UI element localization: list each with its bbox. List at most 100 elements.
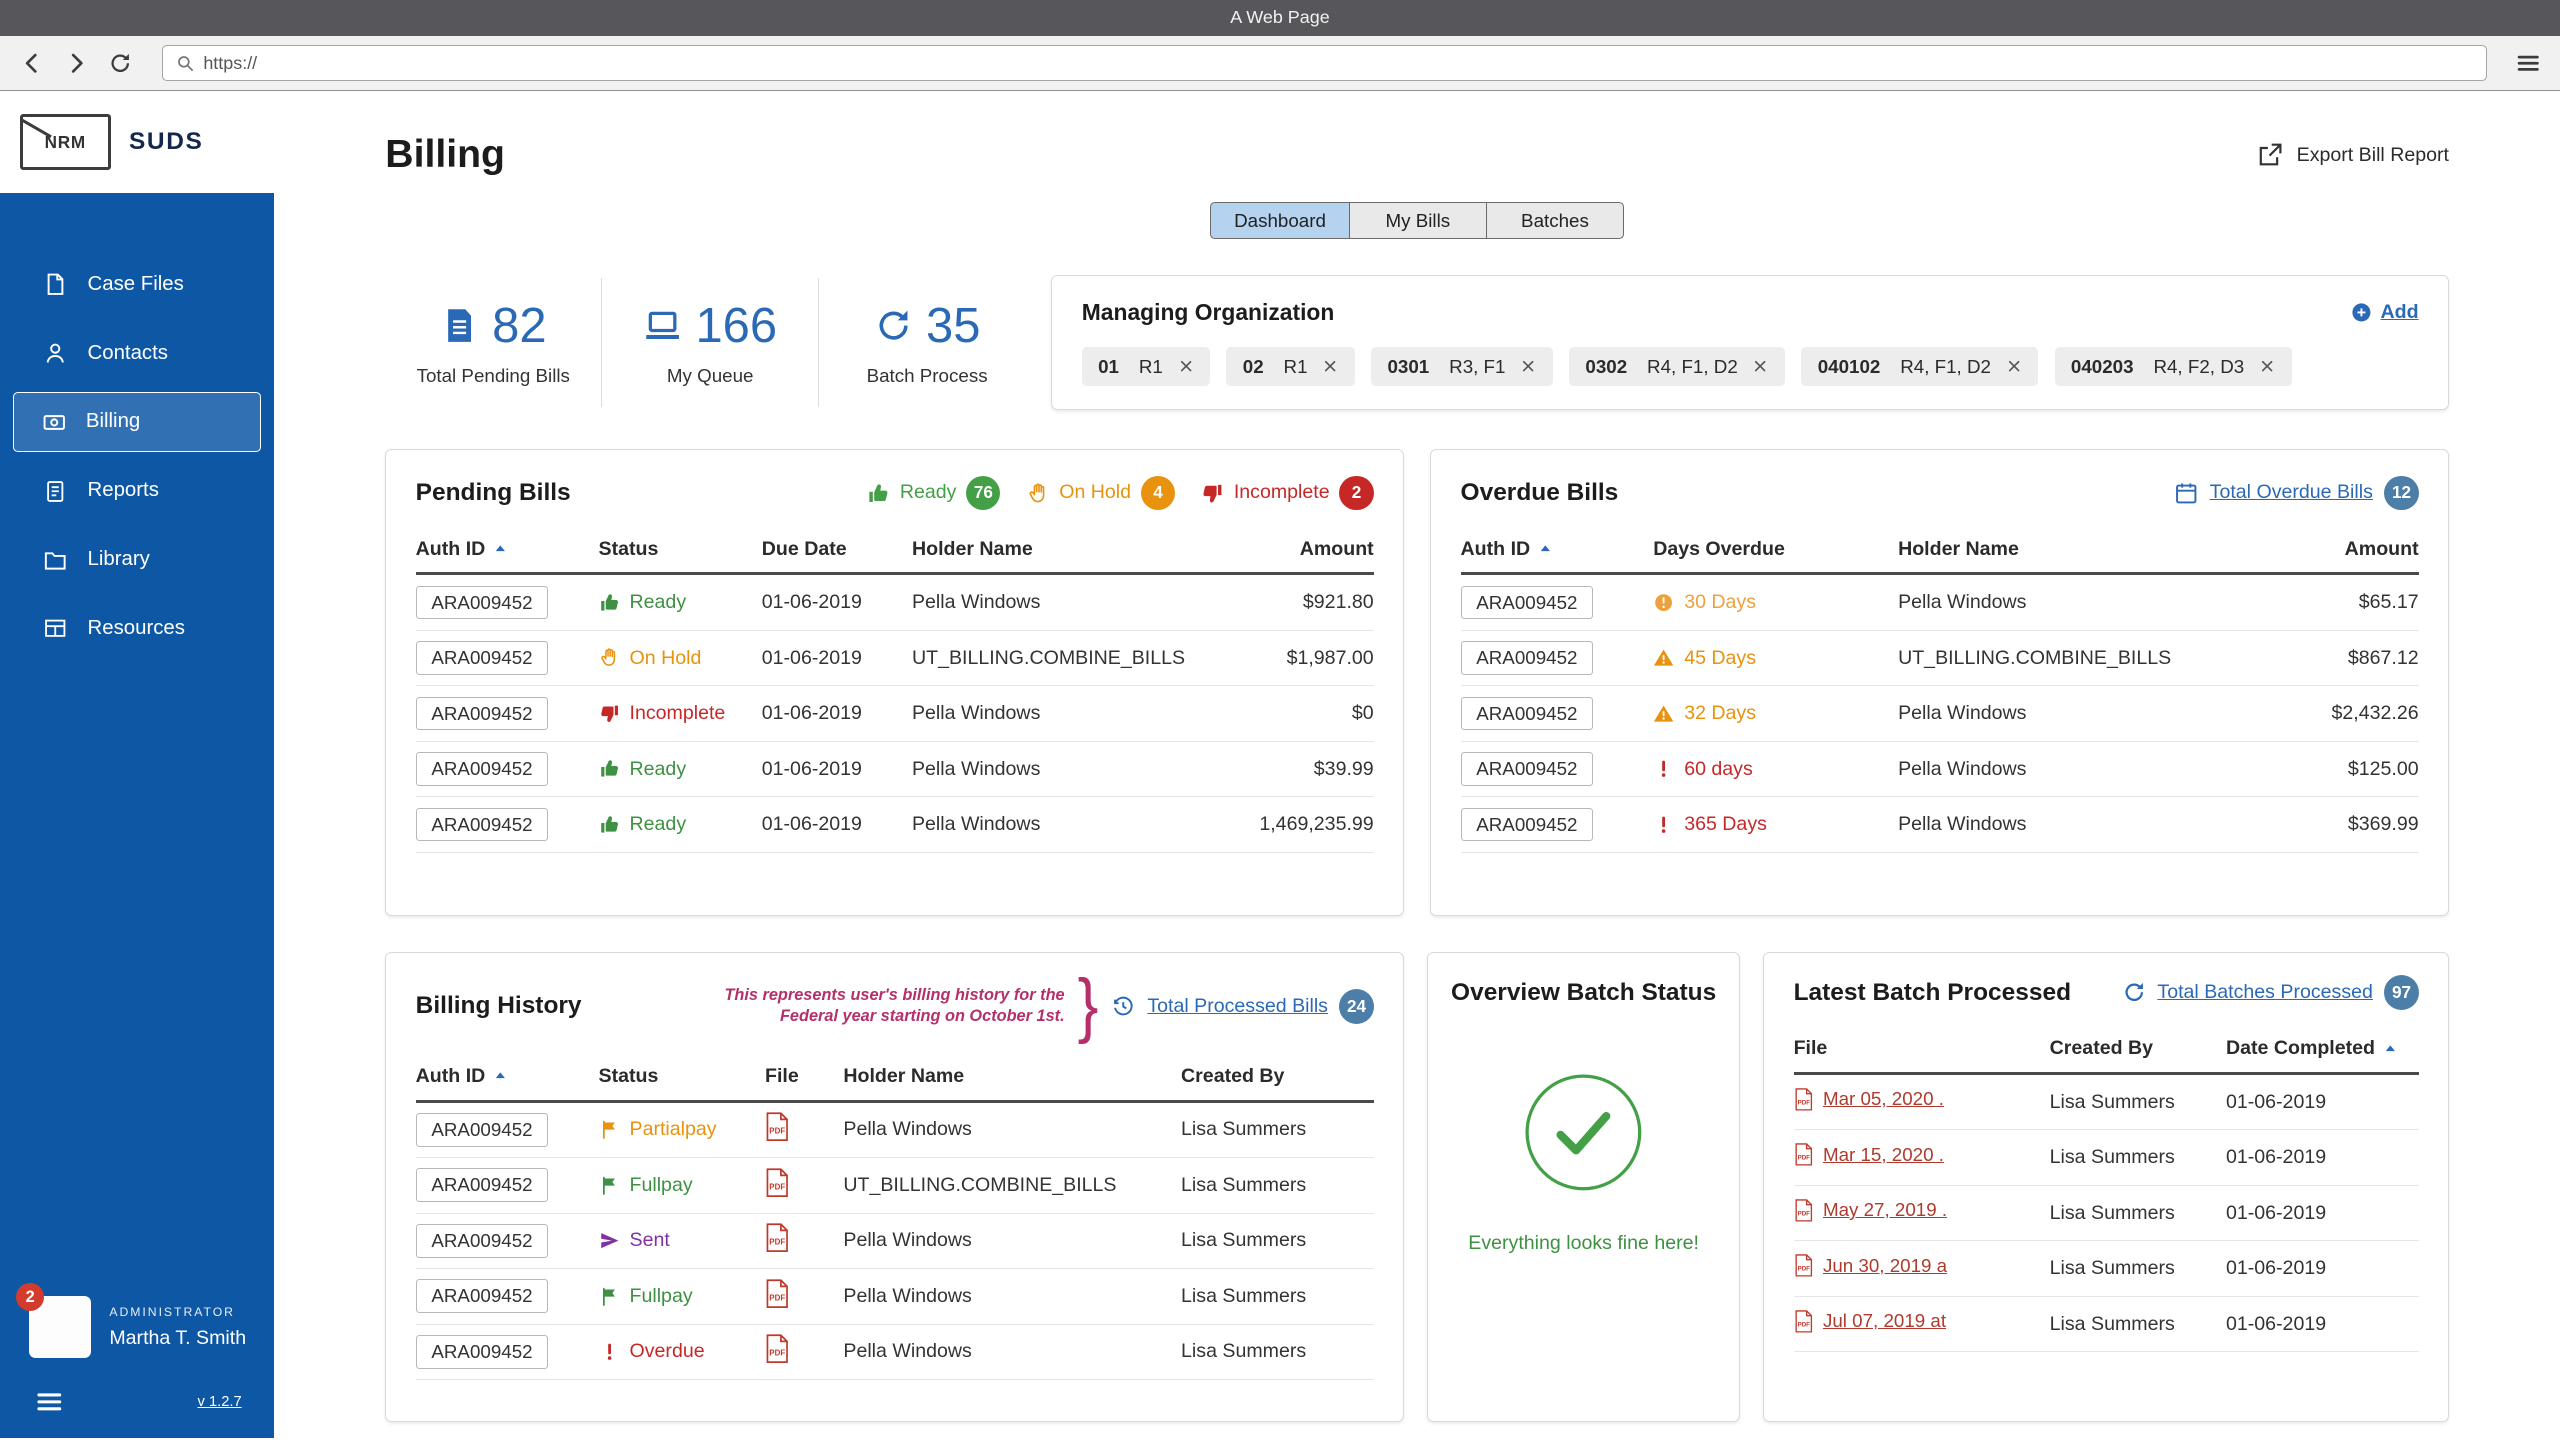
365-days-icon [1653,814,1674,835]
pdf-icon: PDF [1794,1143,1814,1166]
column-header-auth-id[interactable]: Auth ID [416,538,599,561]
stat-top: 166 [643,298,777,354]
auth-id-chip[interactable]: ARA009452 [416,808,549,842]
column-label: File [1794,1037,1828,1060]
reload-icon[interactable] [108,51,132,75]
auth-id-chip[interactable]: ARA009452 [416,641,549,675]
legend-ready[interactable]: Ready76 [867,476,1000,510]
check-circle-icon [1523,1072,1644,1193]
batch-file-link[interactable]: PDFMay 27, 2019 . [1794,1199,1948,1222]
amount-cell: $921.80 [1197,591,1373,614]
batch-file-link[interactable]: PDFMar 05, 2020 . [1794,1088,1944,1111]
sidebar-item-library[interactable]: Library [0,527,274,593]
status-label: 32 Days [1684,702,1756,725]
forward-icon[interactable] [64,51,88,75]
table-row: ARA009452OverduePDFPella WindowsLisa Sum… [416,1325,1374,1381]
notification-badge[interactable]: 2 [16,1283,44,1311]
sidebar-item-resources[interactable]: Resources [0,596,274,662]
auth-id-chip[interactable]: ARA009452 [416,1335,549,1369]
sidebar-nav: Case FilesContacts Billing ReportsLibraryR… [0,251,274,661]
legend-on-hold[interactable]: On Hold4 [1027,476,1176,510]
column-header-amount: Amount [2239,538,2419,561]
total-batches-processed-link[interactable]: Total Batches Processed 97 [2122,975,2419,1009]
back-icon[interactable] [20,51,44,75]
auth-id-chip[interactable]: ARA009452 [416,697,549,731]
sidebar-item-billing[interactable]: Billing [13,392,261,451]
org-tag-code: 01 [1098,356,1119,378]
sort-asc-icon[interactable] [1538,542,1553,557]
auth-id-chip[interactable]: ARA009452 [416,586,549,620]
column-header-date-completed[interactable]: Date Completed [2226,1037,2419,1060]
auth-id-cell: ARA009452 [1461,697,1654,731]
svg-text:PDF: PDF [1797,1321,1810,1328]
total-processed-bills-link[interactable]: Total Processed Bills 24 [1111,989,1373,1023]
created-by-cell: Lisa Summers [2050,1091,2226,1114]
total-overdue-bills-link[interactable]: Total Overdue Bills 12 [2174,476,2419,510]
sort-asc-icon[interactable] [493,542,508,557]
org-tag-01: 01 R1 [1082,347,1210,385]
status-cell: 30 Days [1653,591,1898,614]
pending-bills-table-head: Auth IDStatusDue DateHolder NameAmount [416,530,1374,576]
holder-name-cell: Pella Windows [843,1285,1181,1308]
close-icon[interactable] [1752,358,1768,374]
close-icon[interactable] [2259,358,2275,374]
sort-asc-icon[interactable] [2383,1042,2398,1057]
svg-text:PDF: PDF [1797,1155,1810,1162]
export-bill-report-button[interactable]: Export Bill Report [2257,142,2449,168]
auth-id-chip[interactable]: ARA009452 [416,752,549,786]
status-cell: On Hold [599,647,762,670]
auth-id-chip[interactable]: ARA009452 [416,1224,549,1258]
batch-file-link[interactable]: PDFMar 15, 2020 . [1794,1143,1944,1166]
org-title: Managing Organization [1082,299,1335,326]
close-icon[interactable] [1520,358,1536,374]
auth-id-chip[interactable]: ARA009452 [416,1168,549,1202]
auth-id-chip[interactable]: ARA009452 [1461,641,1594,675]
latest-batch-table: FileCreated ByDate Completed PDFMar 05, … [1794,1029,2419,1352]
overdue-bills-table: Auth IDDays OverdueHolder NameAmount ARA… [1461,530,2419,853]
tab-batches[interactable]: Batches [1487,202,1624,239]
url-bar[interactable]: https:// [162,45,2487,81]
sidebar-item-contacts[interactable]: Contacts [0,320,274,386]
column-header-auth-id[interactable]: Auth ID [1461,538,1654,561]
sidebar-item-case-files[interactable]: Case Files [0,251,274,317]
close-icon[interactable] [2006,358,2022,374]
sidebar-item-reports[interactable]: Reports [0,458,274,524]
batch-file-link[interactable]: PDFJun 30, 2019 a [1794,1254,1948,1277]
browser-menu-icon[interactable] [2516,51,2540,75]
pdf-icon[interactable]: PDF [765,1112,789,1141]
auth-id-chip[interactable]: ARA009452 [1461,808,1594,842]
export-icon [2257,142,2283,168]
holder-name-cell: UT_BILLING.COMBINE_BILLS [912,647,1197,670]
pdf-icon[interactable]: PDF [765,1168,789,1197]
sidebar-menu-icon[interactable] [33,1388,66,1416]
pdf-icon[interactable]: PDF [765,1334,789,1363]
column-header-auth-id[interactable]: Auth ID [416,1065,599,1088]
latest-batch-head: Latest Batch Processed Total Batches Pro… [1794,975,2419,1009]
close-icon[interactable] [1322,358,1338,374]
auth-id-cell: ARA009452 [1461,808,1654,842]
date-completed-cell: 01-06-2019 [2226,1257,2419,1280]
batch-file-link[interactable]: PDFJul 07, 2019 at [1794,1310,1946,1333]
auth-id-chip[interactable]: ARA009452 [416,1279,549,1313]
tab-my-bills[interactable]: My Bills [1350,202,1487,239]
sort-asc-icon[interactable] [493,1069,508,1084]
pdf-icon[interactable]: PDF [765,1223,789,1252]
user-profile[interactable]: 2 ADMINISTRATOR Martha T. Smith [0,1296,274,1381]
close-icon[interactable] [1178,358,1194,374]
auth-id-chip[interactable]: ARA009452 [416,1113,549,1147]
file-cell: PDF [765,1279,843,1314]
table-row: ARA009452SentPDFPella WindowsLisa Summer… [416,1214,1374,1270]
auth-id-chip[interactable]: ARA009452 [1461,752,1594,786]
legend-incomplete[interactable]: Incomplete2 [1201,476,1373,510]
pending-bills-table-body: ARA009452Ready01-06-2019Pella Windows$92… [416,575,1374,853]
pdf-icon[interactable]: PDF [765,1279,789,1308]
stat-top: 82 [440,298,547,354]
tab-dashboard[interactable]: Dashboard [1210,202,1350,239]
auth-id-chip[interactable]: ARA009452 [1461,586,1594,620]
add-label: Add [2381,301,2419,324]
column-label: Holder Name [912,538,1033,561]
auth-id-chip[interactable]: ARA009452 [1461,697,1594,731]
app: NRM SUDS Case FilesContactsBillingReport… [0,91,2560,1438]
version-link[interactable]: v 1.2.7 [198,1394,242,1410]
add-organization-button[interactable]: Add [2350,301,2419,324]
